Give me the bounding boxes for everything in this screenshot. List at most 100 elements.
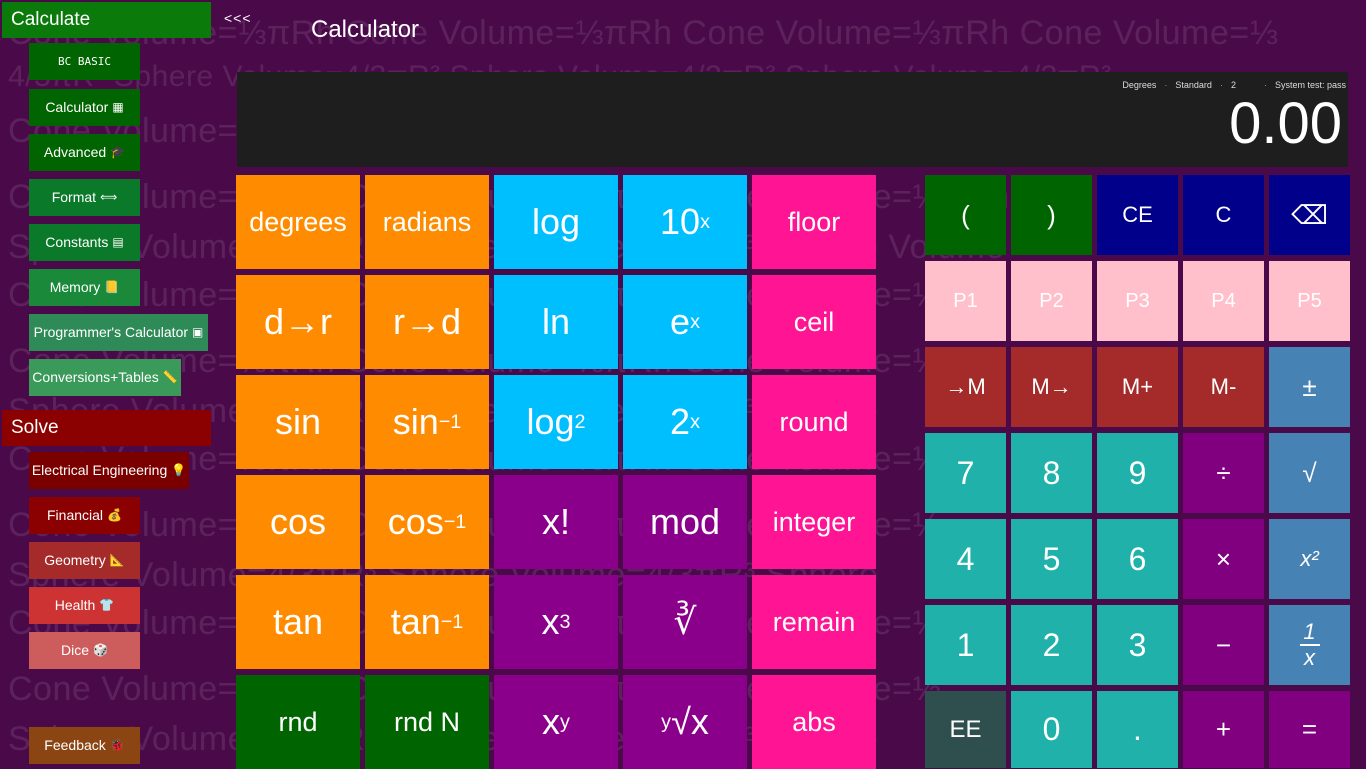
- table-icon: ▤: [112, 235, 124, 249]
- reciprocal-button[interactable]: 1 x: [1269, 605, 1350, 685]
- nav-constants[interactable]: Constants ▤: [29, 224, 140, 261]
- sin-button[interactable]: sin: [236, 375, 360, 469]
- program-3-button[interactable]: P3: [1097, 261, 1178, 341]
- nav-conversions-tables[interactable]: Conversions+Tables 📏: [29, 359, 181, 396]
- arcsin-label: sin: [392, 401, 439, 442]
- nav-geometry[interactable]: Geometry 📐: [29, 542, 140, 579]
- inverse-superscript: −1: [443, 510, 467, 533]
- ten-power-base: 10: [660, 201, 701, 242]
- memory-plus-button[interactable]: M+: [1097, 347, 1178, 427]
- nav-memory[interactable]: Memory 📒: [29, 269, 140, 306]
- digit-7-button[interactable]: 7: [925, 433, 1006, 513]
- reciprocal-numerator: 1: [1303, 619, 1316, 644]
- chip-icon: ▣: [192, 325, 204, 339]
- equals-button[interactable]: =: [1269, 691, 1350, 768]
- two-power-base: 2: [670, 401, 691, 442]
- clear-entry-button[interactable]: CE: [1097, 175, 1178, 255]
- shirt-icon: 👕: [99, 598, 115, 612]
- nav-bc-basic[interactable]: BC BASIC: [29, 43, 140, 80]
- mod-button[interactable]: mod: [623, 475, 747, 569]
- integer-button[interactable]: integer: [752, 475, 876, 569]
- digit-4-button[interactable]: 4: [925, 519, 1006, 599]
- e-power-x-button[interactable]: ex: [623, 275, 747, 369]
- plus-minus-button[interactable]: ±: [1269, 347, 1350, 427]
- arccos-button[interactable]: cos −1: [365, 475, 489, 569]
- program-2-button[interactable]: P2: [1011, 261, 1092, 341]
- nav-financial[interactable]: Financial 💰: [29, 497, 140, 534]
- cos-button[interactable]: cos: [236, 475, 360, 569]
- ceil-button[interactable]: ceil: [752, 275, 876, 369]
- recall-memory-button[interactable]: M→: [1011, 347, 1092, 427]
- calculate-section-header[interactable]: Calculate: [2, 2, 211, 38]
- degrees-to-radians-button[interactable]: d→r: [236, 275, 360, 369]
- format-mode: Standard: [1175, 80, 1212, 90]
- round-button[interactable]: round: [752, 375, 876, 469]
- multiply-button[interactable]: ×: [1183, 519, 1264, 599]
- memory-minus-button[interactable]: M-: [1183, 347, 1264, 427]
- radians-to-degrees-button[interactable]: r→d: [365, 275, 489, 369]
- dice-icon: 🎲: [93, 643, 108, 657]
- exponent-entry-button[interactable]: EE: [925, 691, 1006, 768]
- e-power-exponent: x: [690, 310, 700, 333]
- program-5-button[interactable]: P5: [1269, 261, 1350, 341]
- radians-button[interactable]: radians: [365, 175, 489, 269]
- two-power-x-button[interactable]: 2x: [623, 375, 747, 469]
- program-1-button[interactable]: P1: [925, 261, 1006, 341]
- cube-exponent: 3: [559, 610, 571, 633]
- floor-button[interactable]: floor: [752, 175, 876, 269]
- nav-calculator[interactable]: Calculator ▦: [29, 89, 140, 126]
- digit-5-button[interactable]: 5: [1011, 519, 1092, 599]
- nav-advanced[interactable]: Advanced 🎓: [29, 134, 140, 171]
- reciprocal-fraction: 1 x: [1299, 619, 1320, 669]
- subtract-button[interactable]: −: [1183, 605, 1264, 685]
- cube-button[interactable]: x3: [494, 575, 618, 669]
- nav-programmers-calculator[interactable]: Programmer's Calculator ▣: [29, 314, 208, 351]
- power-base: x: [542, 701, 561, 742]
- random-n-button[interactable]: rnd N: [365, 675, 489, 769]
- abs-button[interactable]: abs: [752, 675, 876, 769]
- arctan-button[interactable]: tan −1: [365, 575, 489, 669]
- digit-0-button[interactable]: 0: [1011, 691, 1092, 768]
- digit-9-button[interactable]: 9: [1097, 433, 1178, 513]
- power-button[interactable]: xy: [494, 675, 618, 769]
- digit-8-button[interactable]: 8: [1011, 433, 1092, 513]
- degrees-button[interactable]: degrees: [236, 175, 360, 269]
- digit-1-button[interactable]: 1: [925, 605, 1006, 685]
- digit-2-button[interactable]: 2: [1011, 605, 1092, 685]
- add-button[interactable]: +: [1183, 691, 1264, 768]
- log2-button[interactable]: log 2: [494, 375, 618, 469]
- triangle-ruler-icon: 📐: [109, 553, 125, 567]
- arcsin-button[interactable]: sin −1: [365, 375, 489, 469]
- program-4-button[interactable]: P4: [1183, 261, 1264, 341]
- nav-format[interactable]: Format ⟺: [29, 179, 140, 216]
- log-button[interactable]: log: [494, 175, 618, 269]
- remain-button[interactable]: remain: [752, 575, 876, 669]
- digit-3-button[interactable]: 3: [1097, 605, 1178, 685]
- ln-button[interactable]: ln: [494, 275, 618, 369]
- power-exponent: y: [560, 710, 570, 733]
- square-button[interactable]: x²: [1269, 519, 1350, 599]
- nav-label: Conversions+Tables: [32, 369, 159, 385]
- collapse-sidebar-button[interactable]: <<<: [224, 10, 252, 26]
- clear-button[interactable]: C: [1183, 175, 1264, 255]
- calculator-display: Degrees · Standard · 2 · System test: pass…: [237, 72, 1348, 167]
- decimal-point-button[interactable]: .: [1097, 691, 1178, 768]
- solve-section-header[interactable]: Solve: [2, 410, 211, 446]
- digit-6-button[interactable]: 6: [1097, 519, 1178, 599]
- cube-root-button[interactable]: ∛: [623, 575, 747, 669]
- tan-button[interactable]: tan: [236, 575, 360, 669]
- ten-power-x-button[interactable]: 10 x: [623, 175, 747, 269]
- factorial-button[interactable]: x!: [494, 475, 618, 569]
- random-button[interactable]: rnd: [236, 675, 360, 769]
- nav-health[interactable]: Health 👕: [29, 587, 140, 624]
- backspace-button[interactable]: ⌫: [1269, 175, 1350, 255]
- nth-root-button[interactable]: y √x: [623, 675, 747, 769]
- store-memory-button[interactable]: →M: [925, 347, 1006, 427]
- nav-electrical-engineering[interactable]: Electrical Engineering 💡: [29, 452, 189, 489]
- left-paren-button[interactable]: (: [925, 175, 1006, 255]
- feedback-button[interactable]: Feedback 🐞: [29, 727, 140, 764]
- nav-dice[interactable]: Dice 🎲: [29, 632, 140, 669]
- square-root-button[interactable]: √: [1269, 433, 1350, 513]
- divide-button[interactable]: ÷: [1183, 433, 1264, 513]
- right-paren-button[interactable]: ): [1011, 175, 1092, 255]
